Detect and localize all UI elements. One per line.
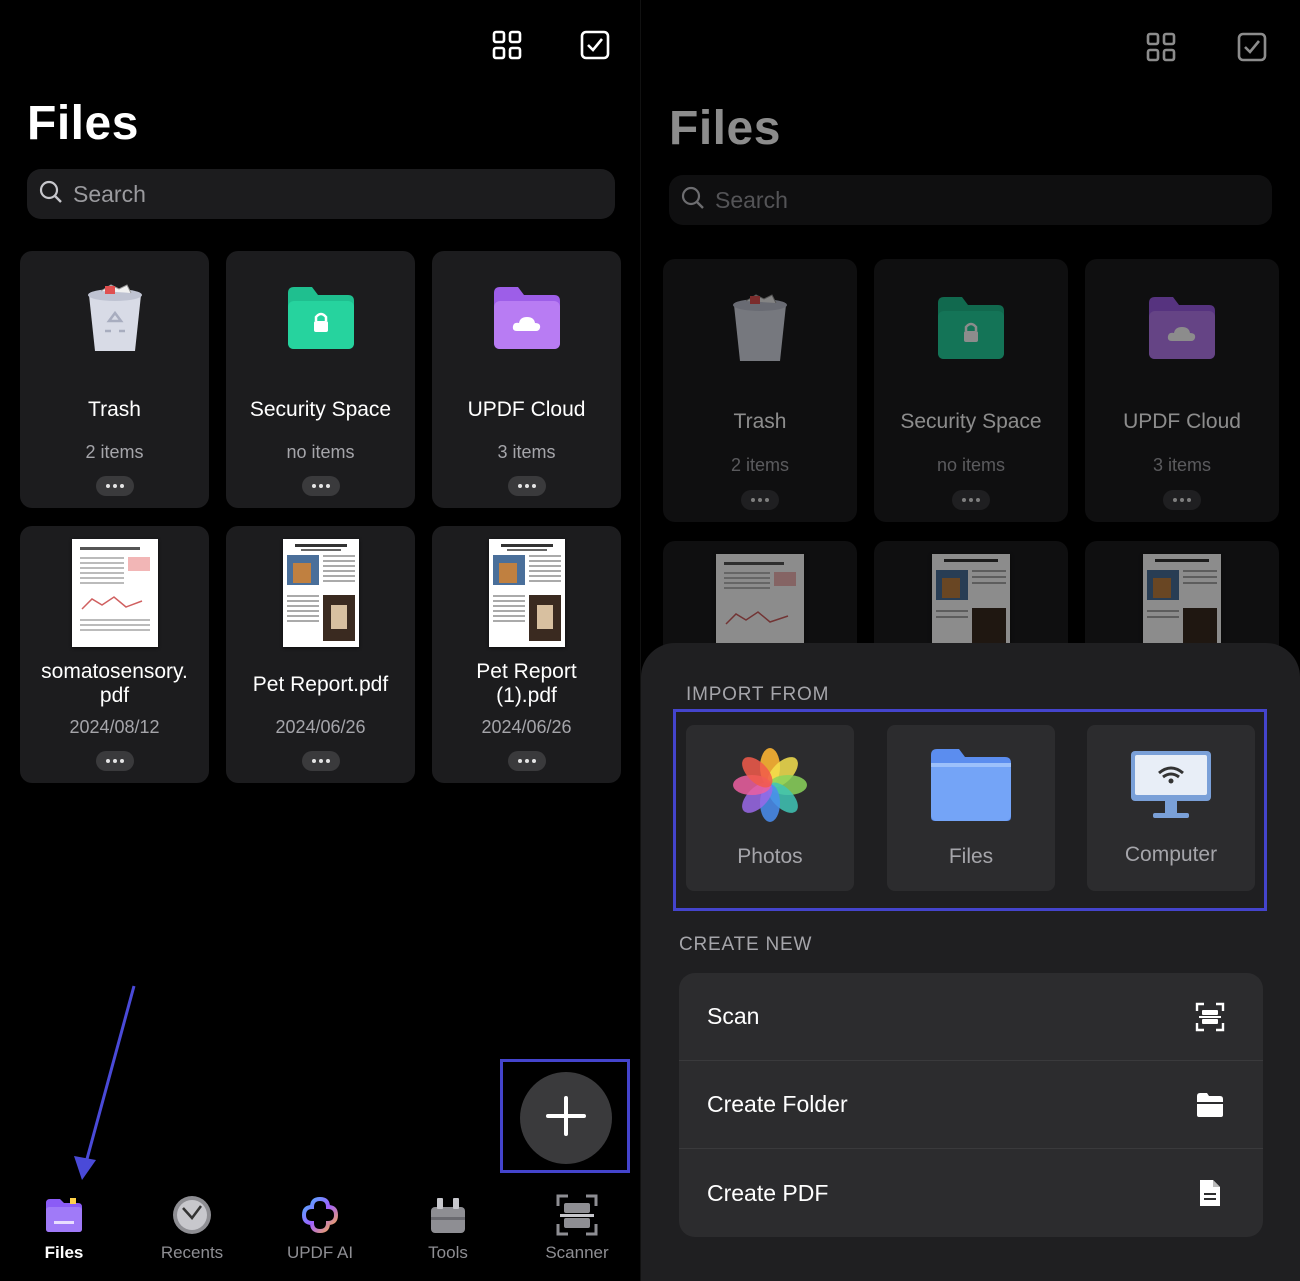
scan-icon — [1195, 1002, 1225, 1032]
search-icon — [39, 180, 63, 209]
folder-item-count: 2 items — [85, 442, 144, 462]
import-source-label: Photos — [737, 845, 803, 868]
tab-label: Tools — [428, 1243, 468, 1262]
file-card-pet-report-1[interactable]: Pet Report (1).pdf 2024/06/26 — [432, 526, 621, 783]
menu-item-label: Create PDF — [707, 1179, 829, 1206]
menu-item-label: Create Folder — [707, 1091, 848, 1117]
toolbox-icon — [426, 1193, 470, 1237]
left-screen: Files Trash 2 items Security Space no it… — [0, 0, 640, 1281]
more-options-button[interactable] — [95, 476, 134, 496]
document-thumbnail — [488, 539, 565, 647]
import-photos-button[interactable]: Photos — [686, 725, 854, 891]
tab-recents[interactable]: Recents — [137, 1185, 247, 1275]
file-name-line1: somatosensory. — [41, 660, 188, 683]
lock-folder-icon — [286, 285, 356, 356]
annotation-arrow — [74, 985, 136, 1180]
plus-icon — [544, 1094, 588, 1143]
grid-view-icon[interactable] — [491, 29, 523, 61]
more-options-button[interactable] — [301, 751, 340, 771]
more-options-button[interactable] — [301, 476, 340, 496]
import-source-label: Files — [948, 845, 994, 868]
search-input[interactable] — [73, 180, 534, 208]
file-date: 2024/06/26 — [481, 717, 572, 737]
file-name-line1: Pet Report — [476, 660, 577, 683]
import-files-button[interactable]: Files — [887, 725, 1055, 891]
add-button[interactable] — [520, 1072, 612, 1164]
folder-card-trash[interactable]: Trash 2 items — [20, 251, 209, 508]
tab-scanner[interactable]: Scanner — [522, 1185, 632, 1275]
folder-name: Security Space — [249, 398, 392, 421]
file-date: 2024/06/26 — [275, 717, 366, 737]
more-options-button[interactable] — [95, 751, 134, 771]
scan-button[interactable]: Scan — [679, 973, 1263, 1061]
tab-files[interactable]: Files — [9, 1185, 119, 1275]
import-source-label: Computer — [1124, 843, 1218, 866]
folder-item-count: 3 items — [497, 442, 556, 462]
import-create-sheet: IMPORT FROM Photos Files Computer CREATE… — [641, 643, 1300, 1281]
files-folder-icon — [929, 747, 1013, 828]
tab-label: Scanner — [545, 1243, 609, 1262]
create-new-label: CREATE NEW — [679, 934, 813, 955]
folder-name: UPDF Cloud — [467, 398, 586, 421]
more-options-button[interactable] — [507, 476, 546, 496]
create-folder-button[interactable]: Create Folder — [679, 1061, 1263, 1149]
select-checkbox-icon[interactable] — [579, 29, 611, 61]
file-card-pet-report[interactable]: Pet Report.pdf 2024/06/26 — [226, 526, 415, 783]
create-pdf-button[interactable]: Create PDF — [679, 1149, 1263, 1237]
right-screen: Files Trash 2 items Security Space no it… — [641, 0, 1300, 1281]
photos-icon — [730, 745, 810, 830]
file-card-somatosensory[interactable]: somatosensory. pdf 2024/08/12 — [20, 526, 209, 783]
tab-label: UPDF AI — [286, 1243, 354, 1262]
tab-label: Files — [44, 1243, 84, 1262]
tab-updf-ai[interactable]: UPDF AI — [265, 1185, 375, 1275]
menu-item-label: Scan — [707, 1003, 760, 1029]
import-computer-button[interactable]: Computer — [1087, 725, 1255, 891]
file-name-line2: pdf — [99, 684, 130, 707]
file-date: 2024/08/12 — [69, 717, 160, 737]
more-options-button[interactable] — [507, 751, 546, 771]
computer-wifi-icon — [1129, 749, 1213, 826]
page-title: Files — [27, 97, 139, 150]
document-icon — [1195, 1178, 1225, 1208]
search-bar[interactable] — [27, 169, 615, 219]
file-name-line2: (1).pdf — [496, 684, 557, 707]
tab-bar: Files Recents UPDF AI Tools Scanner — [0, 1185, 640, 1281]
document-thumbnail — [282, 539, 359, 647]
ai-icon — [298, 1193, 342, 1237]
folder-name: Trash — [88, 398, 141, 421]
import-from-label: IMPORT FROM — [686, 684, 830, 705]
scanner-icon — [555, 1193, 599, 1237]
tab-label: Recents — [160, 1243, 224, 1262]
files-tab-icon — [42, 1193, 86, 1237]
document-thumbnail — [71, 539, 158, 647]
tab-tools[interactable]: Tools — [393, 1185, 503, 1275]
cloud-folder-icon — [492, 285, 562, 356]
file-name: Pet Report.pdf — [252, 673, 389, 696]
folder-item-count: no items — [286, 442, 355, 462]
trash-icon — [83, 283, 147, 360]
folder-card-updf-cloud[interactable]: UPDF Cloud 3 items — [432, 251, 621, 508]
folder-card-security-space[interactable]: Security Space no items — [226, 251, 415, 508]
create-new-list: Scan Create Folder Create PDF — [679, 973, 1263, 1237]
folder-icon — [1195, 1090, 1225, 1120]
clock-icon — [170, 1193, 214, 1237]
